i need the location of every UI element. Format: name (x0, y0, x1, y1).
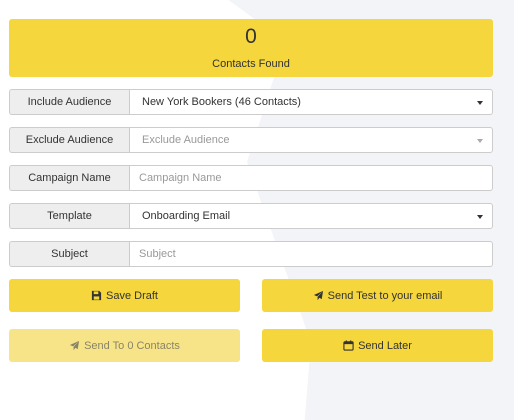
campaign-name-label: Campaign Name (9, 165, 129, 191)
template-label: Template (9, 203, 129, 229)
paper-plane-icon (313, 290, 324, 301)
campaign-name-row: Campaign Name Campaign Name (9, 165, 493, 191)
exclude-audience-select[interactable]: Exclude Audience (129, 127, 493, 153)
include-audience-value: New York Bookers (46 Contacts) (142, 96, 301, 108)
subject-input[interactable]: Subject (129, 241, 493, 267)
caret-down-icon (477, 139, 483, 143)
contacts-count: 0 (245, 25, 257, 48)
save-draft-button[interactable]: Save Draft (9, 279, 240, 312)
template-select[interactable]: Onboarding Email (129, 203, 493, 229)
exclude-audience-placeholder: Exclude Audience (142, 134, 230, 146)
include-audience-select[interactable]: New York Bookers (46 Contacts) (129, 89, 493, 115)
send-later-button[interactable]: Send Later (262, 329, 493, 362)
floppy-disk-icon (91, 290, 102, 301)
send-test-label: Send Test to your email (327, 289, 443, 302)
send-to-contacts-label: Send To 0 Contacts (84, 339, 180, 352)
include-audience-label: Include Audience (9, 89, 129, 115)
campaign-name-placeholder: Campaign Name (139, 172, 222, 184)
exclude-audience-row: Exclude Audience Exclude Audience (9, 127, 493, 153)
exclude-audience-label: Exclude Audience (9, 127, 129, 153)
campaign-name-input[interactable]: Campaign Name (129, 165, 493, 191)
template-row: Template Onboarding Email (9, 203, 493, 229)
contacts-found-label: Contacts Found (212, 58, 290, 70)
send-to-contacts-button[interactable]: Send To 0 Contacts (9, 329, 240, 362)
include-audience-row: Include Audience New York Bookers (46 Co… (9, 89, 493, 115)
subject-placeholder: Subject (139, 248, 176, 260)
calendar-icon (343, 340, 354, 351)
template-value: Onboarding Email (142, 210, 231, 222)
caret-down-icon (477, 215, 483, 219)
send-later-label: Send Later (358, 339, 412, 352)
paper-plane-icon (69, 340, 80, 351)
caret-down-icon (477, 101, 483, 105)
subject-label: Subject (9, 241, 129, 267)
save-draft-label: Save Draft (106, 289, 158, 302)
send-test-button[interactable]: Send Test to your email (262, 279, 493, 312)
contacts-found-panel: 0 Contacts Found (9, 19, 493, 77)
subject-row: Subject Subject (9, 241, 493, 267)
